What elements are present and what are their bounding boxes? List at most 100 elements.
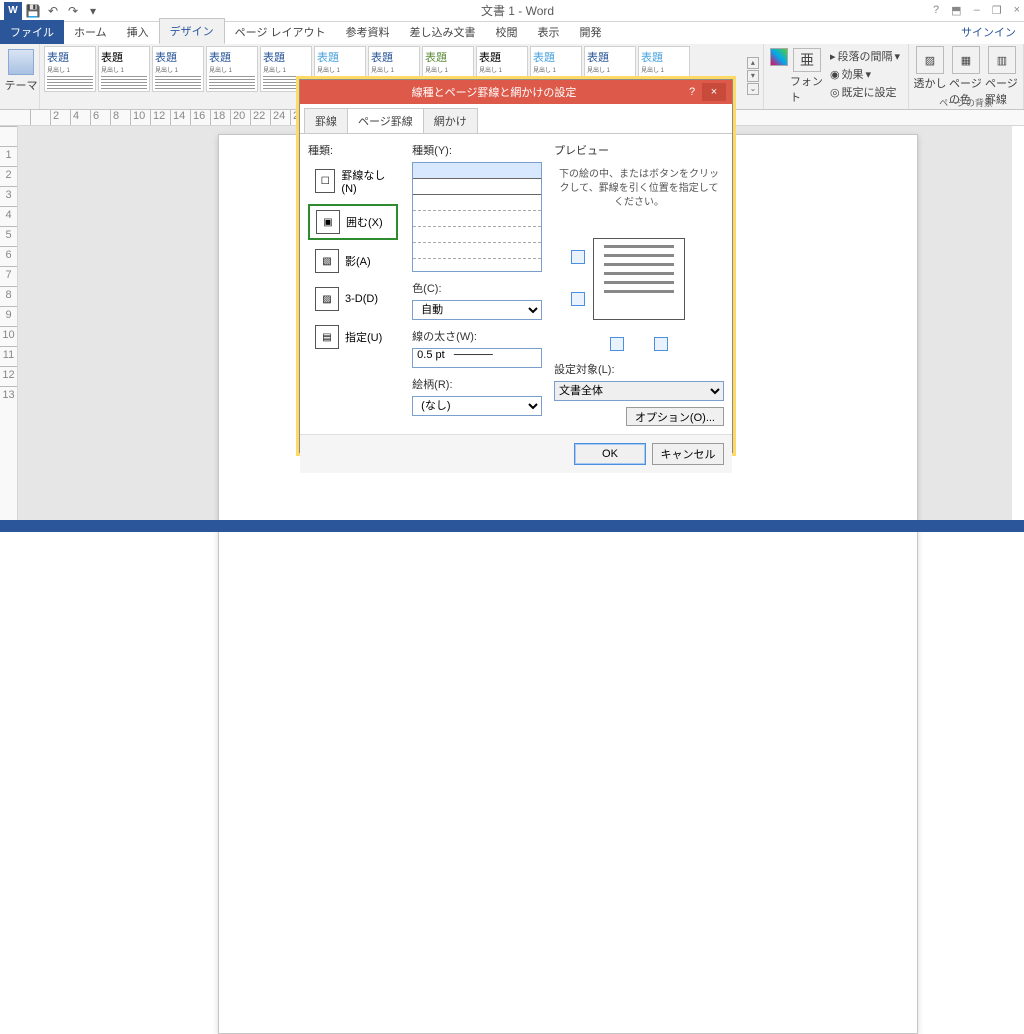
style-swatch[interactable]: 表題見出し 1 xyxy=(98,46,150,92)
setting-3d-icon: ▨ xyxy=(315,287,339,311)
apply-to-field: 設定対象(L): 文書全体 xyxy=(554,361,724,401)
themes-label: テーマ xyxy=(5,77,38,93)
color-label: 色(C): xyxy=(412,280,544,296)
setting-none-icon: ☐ xyxy=(315,169,335,193)
set-default-button[interactable]: ◎ 既定に設定 xyxy=(830,84,900,100)
fonts-icon: 亜 xyxy=(793,48,821,72)
ribbon-tabs: ファイル ホーム 挿入 デザイン ページ レイアウト 参考資料 差し込み文書 校… xyxy=(0,22,1024,44)
style-swatch[interactable]: 表題見出し 1 xyxy=(206,46,258,92)
tab-file[interactable]: ファイル xyxy=(0,20,64,44)
gallery-more[interactable]: ▴▾⌄ xyxy=(747,46,759,107)
dialog-title-bar[interactable]: 線種とページ罫線と網かけの設定 ? × xyxy=(300,80,732,104)
dialog-tabs: 罫線 ページ罫線 網かけ xyxy=(300,104,732,134)
art-field: 絵柄(R): (なし) xyxy=(412,376,544,416)
style-column: 種類(Y): 色(C): 自動 線の太さ(W): 0.5 pt ───── 絵柄… xyxy=(412,142,544,426)
preview-bottom-row xyxy=(554,337,724,351)
dialog-tab-borders[interactable]: 罫線 xyxy=(304,108,348,133)
setting-box-icon: ▣ xyxy=(316,210,340,234)
undo-icon[interactable]: ↶ xyxy=(44,2,62,20)
tab-home[interactable]: ホーム xyxy=(64,20,117,44)
dialog-buttons: OK キャンセル xyxy=(300,434,732,473)
setting-3d-label: 3-D(D) xyxy=(345,293,378,305)
qat-more-icon[interactable]: ▾ xyxy=(84,2,102,20)
vertical-ruler[interactable]: 12345678910111213 xyxy=(0,126,18,520)
setting-shadow[interactable]: ▧ 影(A) xyxy=(308,244,398,278)
watermark-icon: ▨ xyxy=(916,46,944,74)
tab-review[interactable]: 校閲 xyxy=(486,20,528,44)
tab-developer[interactable]: 開発 xyxy=(570,20,612,44)
setting-box-label: 囲む(X) xyxy=(346,214,383,230)
preview-btn-left[interactable] xyxy=(610,337,624,351)
tab-insert[interactable]: 挿入 xyxy=(117,20,159,44)
effects-button[interactable]: ◉ 効果 ▾ xyxy=(830,66,900,82)
color-select[interactable]: 自動 xyxy=(412,300,542,320)
dialog-help-icon[interactable]: ? xyxy=(682,86,702,98)
tab-view[interactable]: 表示 xyxy=(528,20,570,44)
tab-mailmerge[interactable]: 差し込み文書 xyxy=(400,20,486,44)
title-bar: W 💾 ↶ ↷ ▾ 文書 1 - Word ? ⬒ – ❐ × xyxy=(0,0,1024,22)
window-title: 文書 1 - Word xyxy=(102,2,933,19)
signin-link[interactable]: サインイン xyxy=(953,20,1024,44)
colors-button[interactable] xyxy=(770,48,788,94)
tab-design[interactable]: デザイン xyxy=(159,18,225,44)
themes-icon xyxy=(8,49,34,75)
width-select[interactable]: 0.5 pt ───── xyxy=(412,348,542,368)
dialog-tab-page-borders[interactable]: ページ罫線 xyxy=(347,108,424,133)
quick-access-toolbar: W 💾 ↶ ↷ ▾ xyxy=(4,2,102,20)
setting-3d[interactable]: ▨ 3-D(D) xyxy=(308,282,398,316)
colors-icon xyxy=(770,48,788,66)
art-select[interactable]: (なし) xyxy=(412,396,542,416)
save-icon[interactable]: 💾 xyxy=(24,2,42,20)
preview-btn-top[interactable] xyxy=(571,250,585,264)
themes-button[interactable]: テーマ xyxy=(4,46,38,96)
watermark-button[interactable]: ▨透かし xyxy=(913,46,947,91)
width-field: 線の太さ(W): 0.5 pt ───── xyxy=(412,328,544,368)
cancel-button[interactable]: キャンセル xyxy=(652,443,724,465)
setting-box[interactable]: ▣ 囲む(X) xyxy=(308,204,398,240)
page-bg-group-label: ページの背景 xyxy=(909,96,1023,109)
setting-list: ☐罫線なし(N) ▣ 囲む(X) ▧ 影(A) ▨ 3-D(D) ▤指定(U) xyxy=(308,162,402,354)
preview-hint: 下の絵の中、またはボタンをクリックして、罫線を引く位置を指定してください。 xyxy=(558,168,720,210)
restore-icon[interactable]: ❐ xyxy=(992,4,1002,17)
setting-shadow-icon: ▧ xyxy=(315,249,339,273)
page-borders-icon: ▥ xyxy=(988,46,1016,74)
tab-references[interactable]: 参考資料 xyxy=(336,20,400,44)
dialog-highlight-outline: 線種とページ罫線と網かけの設定 ? × 罫線 ページ罫線 網かけ 種類: ☐罫線… xyxy=(296,76,736,456)
setting-shadow-label: 影(A) xyxy=(345,253,371,269)
doc-format-group: 亜フォント ▸ 段落の間隔 ▾ ◉ 効果 ▾ ◎ 既定に設定 xyxy=(764,44,909,109)
theme-group: テーマ xyxy=(0,44,40,109)
setting-column: 種類: ☐罫線なし(N) ▣囲む(X) ▧影(A) ▨3-D(D) ▤指定(U) xyxy=(308,142,402,426)
help-icon[interactable]: ? xyxy=(933,4,939,17)
dialog-close-icon[interactable]: × xyxy=(702,83,726,101)
page-color-icon: ▦ xyxy=(952,46,980,74)
status-bar xyxy=(0,520,1024,532)
style-swatch[interactable]: 表題見出し 1 xyxy=(44,46,96,92)
setting-none[interactable]: ☐罫線なし(N) xyxy=(308,162,398,200)
dialog-body: 種類: ☐罫線なし(N) ▣囲む(X) ▧影(A) ▨3-D(D) ▤指定(U)… xyxy=(300,134,732,434)
dialog-title: 線種とページ罫線と網かけの設定 xyxy=(306,84,682,100)
dialog-tab-shading[interactable]: 網かけ xyxy=(423,108,478,133)
apply-to-select[interactable]: 文書全体 xyxy=(554,381,724,401)
preview-btn-right[interactable] xyxy=(654,337,668,351)
fonts-button[interactable]: 亜フォント xyxy=(790,48,824,105)
options-button[interactable]: オプション(O)... xyxy=(626,407,724,426)
ribbon-display-icon[interactable]: ⬒ xyxy=(951,4,961,17)
watermark-label: 透かし xyxy=(914,75,947,91)
close-icon[interactable]: × xyxy=(1014,4,1020,17)
line-style-list[interactable] xyxy=(412,162,542,272)
paragraph-spacing-button[interactable]: ▸ 段落の間隔 ▾ xyxy=(830,48,900,64)
page-background-group: ▨透かし ▦ページの色 ▥ページ罫線 ページの背景 xyxy=(909,44,1024,109)
setting-none-label: 罫線なし(N) xyxy=(341,167,391,195)
effects-list: ▸ 段落の間隔 ▾ ◉ 効果 ▾ ◎ 既定に設定 xyxy=(826,46,904,107)
preview-btn-bottom[interactable] xyxy=(571,292,585,306)
preview-column: プレビュー 下の絵の中、またはボタンをクリックして、罫線を引く位置を指定してくだ… xyxy=(554,142,724,426)
tab-page-layout[interactable]: ページ レイアウト xyxy=(225,20,336,44)
setting-custom[interactable]: ▤指定(U) xyxy=(308,320,398,354)
style-swatch[interactable]: 表題見出し 1 xyxy=(152,46,204,92)
preview-document[interactable] xyxy=(593,238,685,320)
redo-icon[interactable]: ↷ xyxy=(64,2,82,20)
ok-button[interactable]: OK xyxy=(574,443,646,465)
minimize-icon[interactable]: – xyxy=(974,4,980,17)
apply-to-label: 設定対象(L): xyxy=(554,361,724,377)
preview-box xyxy=(569,224,709,325)
